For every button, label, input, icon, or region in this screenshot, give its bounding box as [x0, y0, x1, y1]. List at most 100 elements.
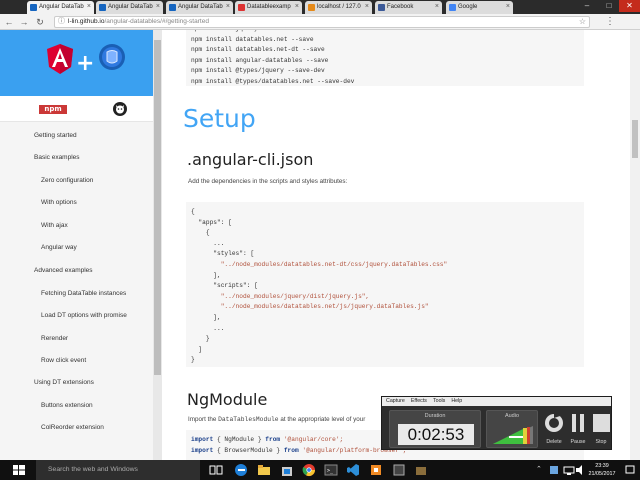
recorder-menu-effects[interactable]: Effects: [411, 398, 427, 404]
maximize-button[interactable]: □: [598, 0, 620, 12]
sidebar-item-advanced-examples[interactable]: Advanced examples: [34, 267, 93, 274]
taskbar-clock[interactable]: 23:39 21/05/2017: [586, 462, 618, 478]
code-line: }: [191, 335, 210, 343]
address-bar-row: ← → ↻ ⓘ l-lin.github.io/angular-datatabl…: [0, 14, 640, 30]
browser-tab[interactable]: Angular DataTab ×: [166, 1, 233, 14]
tab-close-icon[interactable]: ×: [435, 3, 439, 10]
sidebar-item-basic-examples[interactable]: Basic examples: [34, 154, 80, 161]
taskbar-search-input[interactable]: Search the web and Windows: [36, 460, 200, 480]
sidebar-item-buttons-extension[interactable]: Buttons extension: [41, 402, 93, 409]
recorder-menu-help[interactable]: Help: [451, 398, 462, 404]
edge-browser-icon[interactable]: [233, 462, 249, 478]
sidebar-item-fetching-datatable-instances[interactable]: Fetching DataTable instances: [41, 290, 126, 297]
forward-icon[interactable]: →: [18, 16, 30, 28]
app-icon-orange[interactable]: [368, 462, 384, 478]
sidebar-item-zero-configuration[interactable]: Zero configuration: [41, 177, 93, 184]
screen-recorder-panel: Capture Effects Tools Help Duration 0:02:53…: [381, 396, 612, 450]
tab-close-icon[interactable]: ×: [365, 3, 369, 10]
tab-close-icon[interactable]: ×: [295, 3, 299, 10]
tab-close-icon[interactable]: ×: [156, 3, 160, 10]
vscode-icon[interactable]: [345, 462, 361, 478]
code-line: "../node_modules/jquery/dist/jquery.js",: [191, 292, 370, 300]
code-token: { BrowserModule }: [213, 446, 284, 454]
npm-icon[interactable]: npm: [39, 105, 67, 114]
duration-panel: Duration 0:02:53: [389, 410, 481, 448]
file-explorer-icon[interactable]: [256, 462, 272, 478]
code-line: {: [191, 229, 210, 237]
windows-start-icon[interactable]: [2, 460, 36, 480]
code-line: "styles": [: [191, 250, 255, 258]
reload-icon[interactable]: ↻: [34, 16, 46, 28]
url-path: /angular-datatables/#/getting-started: [104, 18, 209, 25]
browser-tab[interactable]: Angular DataTab ×: [27, 1, 94, 14]
stop-button[interactable]: Stop: [590, 410, 612, 448]
tab-favicon-icon: [378, 4, 385, 11]
clock-date: 21/05/2017: [588, 471, 616, 477]
bookmark-star-icon[interactable]: ☆: [579, 17, 586, 27]
url-host: l-lin.github.io: [68, 18, 105, 25]
browser-tab[interactable]: Google ×: [446, 1, 513, 14]
audio-label: Audio: [504, 413, 520, 419]
browser-tab[interactable]: Facebook ×: [375, 1, 442, 14]
back-icon[interactable]: ←: [3, 16, 15, 28]
code-line: ],: [191, 313, 221, 321]
code-line: npm install datatables.net --save: [191, 35, 314, 43]
browser-tab[interactable]: Angular DataTab ×: [96, 1, 163, 14]
code-line: npm install datatables.net-dt --save: [191, 46, 325, 54]
audio-panel: Audio: [486, 410, 538, 448]
ngmodule-paragraph: Import the DataTablesModule at the appro…: [188, 416, 365, 423]
sidebar-item-angular-way[interactable]: Angular way: [41, 244, 77, 251]
page-scroll-thumb[interactable]: [632, 120, 638, 158]
tab-close-icon[interactable]: ×: [87, 3, 91, 10]
cli-paragraph: Add the dependencies in the scripts and …: [188, 178, 348, 185]
sidebar-item-with-options[interactable]: With options: [41, 199, 77, 206]
sidebar-item-using-dt-extensions[interactable]: Using DT extensions: [34, 379, 94, 386]
pause-button[interactable]: Pause: [567, 410, 589, 448]
sidebar-item-rerender[interactable]: Rerender: [41, 335, 68, 342]
notifications-icon[interactable]: [622, 462, 638, 478]
browser-tab[interactable]: Datatableexamp ×: [235, 1, 302, 14]
sidebar-item-getting-started[interactable]: Getting started: [34, 132, 77, 139]
tray-chevron-icon[interactable]: ⌃: [536, 465, 542, 473]
sidebar-item-row-click-event[interactable]: Row click event: [41, 357, 86, 364]
setup-heading: Setup: [183, 104, 256, 133]
code-token: import: [191, 436, 214, 443]
angular-logo-icon: [47, 44, 73, 74]
code-line: npm install @types/jquery --save-dev: [191, 67, 325, 75]
code-line: ],: [191, 271, 221, 279]
tab-close-icon[interactable]: ×: [226, 3, 230, 10]
sidebar-item-colreorder-extension[interactable]: ColReorder extension: [41, 424, 104, 431]
page-scrollbar[interactable]: [630, 30, 640, 460]
sidebar-scroll-thumb[interactable]: [154, 40, 161, 375]
code-line: }: [191, 356, 195, 364]
store-icon[interactable]: [279, 462, 295, 478]
app-icon-folder[interactable]: [413, 462, 429, 478]
tab-close-icon[interactable]: ×: [506, 3, 510, 10]
sidebar-icon-row: npm: [0, 96, 153, 122]
recorder-menu-capture[interactable]: Capture: [386, 398, 405, 404]
minimize-button[interactable]: –: [576, 0, 598, 12]
chrome-icon[interactable]: [301, 462, 317, 478]
delete-button[interactable]: Delete: [543, 410, 565, 448]
stop-label: Stop: [595, 439, 607, 445]
tab-favicon-icon: [30, 4, 37, 11]
sidebar-item-with-ajax[interactable]: With ajax: [41, 222, 68, 229]
tab-label: Datatableexamp: [247, 4, 291, 10]
code-line: ...: [191, 324, 225, 332]
close-window-button[interactable]: ✕: [619, 0, 640, 12]
task-view-icon[interactable]: [208, 462, 224, 478]
url-input[interactable]: ⓘ l-lin.github.io/angular-datatables/#/g…: [54, 16, 590, 28]
tray-app-icon[interactable]: [546, 462, 562, 478]
browser-tab[interactable]: localhost / 127.0 ×: [305, 1, 372, 14]
ngmodule-para-pre: Import the: [188, 416, 219, 423]
terminal-icon[interactable]: >_: [323, 462, 339, 478]
recorder-menu-tools[interactable]: Tools: [433, 398, 445, 404]
tab-label: Google: [458, 4, 478, 10]
code-token: '@angular/core';: [280, 436, 344, 443]
sidebar-item-load-dt-options-with-promise[interactable]: Load DT options with promise: [41, 312, 127, 319]
code-token: import: [191, 446, 214, 454]
github-icon[interactable]: [113, 102, 127, 116]
app-icon-dark[interactable]: [391, 462, 407, 478]
chrome-menu-icon[interactable]: ⋮: [604, 16, 616, 28]
sidebar-scrollbar[interactable]: [153, 30, 162, 460]
